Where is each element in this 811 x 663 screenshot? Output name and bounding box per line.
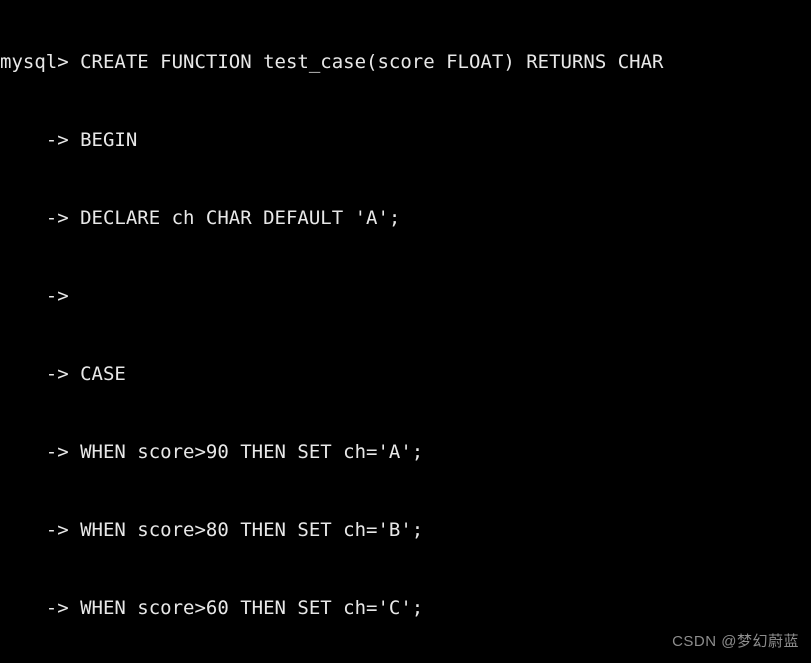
terminal-line: ->: [0, 285, 81, 307]
terminal-line: -> WHEN score>80 THEN SET ch='B';: [0, 519, 424, 541]
terminal-line: -> WHEN score>90 THEN SET ch='A';: [0, 441, 424, 463]
terminal-window[interactable]: mysql> CREATE FUNCTION test_case(score F…: [0, 0, 811, 663]
csdn-watermark: CSDN @梦幻蔚蓝: [672, 633, 799, 650]
terminal-screen[interactable]: mysql> CREATE FUNCTION test_case(score F…: [0, 0, 811, 663]
terminal-line: -> CASE: [0, 363, 126, 385]
terminal-line: -> DECLARE ch CHAR DEFAULT 'A';: [0, 207, 401, 229]
terminal-line: mysql> CREATE FUNCTION test_case(score F…: [0, 51, 664, 73]
terminal-line: -> WHEN score>60 THEN SET ch='C';: [0, 597, 424, 619]
terminal-line: -> BEGIN: [0, 129, 138, 151]
